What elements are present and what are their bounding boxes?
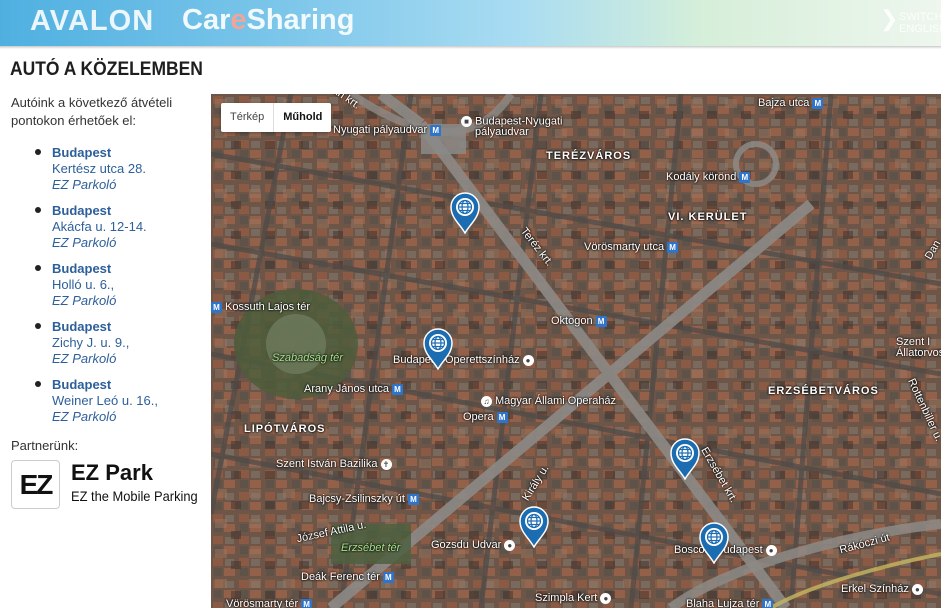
map-label-gozsdu: Gozsdu Udvar ● [431,539,516,551]
ezpark-logo: EZ [11,460,60,509]
metro-icon: M [392,383,403,395]
church-icon: ✝ [380,458,392,470]
metro-icon: M [496,411,508,423]
location-street[interactable]: Weiner Leó u. 16., [52,393,158,408]
map-type-map-button[interactable]: Térkép [221,103,273,132]
map-label-vorosmarty-utca: Vörösmarty utca M [584,241,679,253]
map-label-vi-kerulet: VI. KERÜLET [668,211,748,223]
map-label-deak: Deák Ferenc tér M [301,571,394,583]
train-icon: ■ [461,116,472,127]
caresharing-logo: CareSharing [182,4,355,36]
shopping-icon: ● [504,539,516,551]
map-label-szimpla: Szimpla Kert ● [535,592,612,604]
location-parking[interactable]: EZ Parkoló [52,177,116,192]
location-pin-marker[interactable] [423,328,453,370]
location-item[interactable]: Budapest Holló u. 6., EZ Parkoló [35,261,210,319]
location-item[interactable]: Budapest Akácfa u. 12-14. EZ Parkoló [35,203,210,261]
metro-icon: M [762,598,774,608]
map-label-vorosmarty-ter: Vörösmarty tér M [226,598,313,608]
location-item[interactable]: Budapest Zichy J. u. 9., EZ Parkoló [35,319,210,377]
map-label-lipotvaros: LIPÓTVÁROS [244,423,326,435]
map-label-terezvaros: TERÉZVÁROS [546,150,632,162]
chevron-right-icon: ❯ [880,6,899,31]
ezpark-name: EZ Park [71,460,153,485]
header-divider [0,46,941,49]
metro-icon: M [211,301,222,313]
map-label-operettszinhaz: Budapesti Operettszínház ● [393,354,534,366]
metro-icon: M [739,171,751,183]
location-list: Budapest Kertész utca 28. EZ Parkoló Bud… [35,145,210,435]
switch-language-link[interactable]: ❯ SWITCHENGLISH [880,6,941,40]
metro-icon: M [595,315,607,327]
bar-icon: ● [600,592,612,604]
metro-icon: M [430,124,442,136]
location-parking[interactable]: EZ Parkoló [52,235,116,250]
metro-icon: M [667,241,679,253]
map-label-opera-house: ♫ Magyar Állami Operaház [481,395,616,407]
map-label-bp-nyugati: ■ Budapest-Nyugati pályaudvar [461,116,562,138]
map-label-nyugati: Nyugati pályaudvar M [333,124,442,136]
location-item[interactable]: Budapest Weiner Leó u. 16., EZ Parkoló [35,377,210,435]
map-type-satellite-button[interactable]: Műhold [273,103,331,132]
location-pin-marker[interactable] [450,192,480,234]
location-parking[interactable]: EZ Parkoló [52,351,116,366]
location-parking[interactable]: EZ Parkoló [52,293,116,308]
avalon-logo[interactable]: AVALON [30,5,154,38]
map-label-erzsebet-ter: Erzsébet tér [341,542,401,554]
bullet-icon [35,265,41,271]
map-type-control: Térkép Műhold [221,103,332,132]
location-pin-marker[interactable] [699,522,729,564]
map-label-szabadsag: Szabadság tér [272,352,343,364]
map-label-arany: Arany János utca M [304,383,403,395]
location-street[interactable]: Akácfa u. 12-14. [52,219,147,234]
location-city[interactable]: Budapest [52,145,111,160]
location-city[interactable]: Budapest [52,377,111,392]
map-label-bajcsy: Bajcsy-Zsilinszky út M [309,493,419,505]
location-city[interactable]: Budapest [52,261,111,276]
map-label-kodaly: Kodály körönd M [666,171,751,183]
partner-label: Partnerünk: [11,438,79,453]
map-label-blaha: Blaha Lujza tér M [686,598,774,608]
map-label-szent-allatorvos: Szent I Állatorvos [896,336,941,359]
map-label-kossuth: M Kossuth Lajos tér [211,301,310,313]
satellite-map[interactable]: Térkép Műhold án krt. Bajza utca M Nyugat… [211,94,941,608]
music-icon: ♫ [481,395,492,407]
bullet-icon [35,149,41,155]
location-street[interactable]: Zichy J. u. 9., [52,335,129,350]
location-pin-marker[interactable] [670,438,700,480]
location-city[interactable]: Budapest [52,319,111,334]
bullet-icon [35,323,41,329]
map-label-opera: Opera M [463,411,508,423]
location-item[interactable]: Budapest Kertész utca 28. EZ Parkoló [35,145,210,203]
map-label-oktogon: Oktogon M [551,315,607,327]
bullet-icon [35,207,41,213]
location-street[interactable]: Holló u. 6., [52,277,114,292]
metro-icon: M [407,493,419,505]
location-pin-marker[interactable] [519,506,549,548]
location-parking[interactable]: EZ Parkoló [52,409,116,424]
hotel-icon: ● [765,544,777,556]
metro-icon: M [382,571,394,583]
theater-icon: ● [522,354,534,366]
bullet-icon [35,381,41,387]
metro-icon: M [301,598,313,608]
map-label-bajza: Bajza utca M [758,97,824,109]
intro-text: Autóink a következő átvételi pontokon ér… [11,95,173,128]
ezpark-tagline: EZ the Mobile Parking [71,488,198,504]
theater-icon: ● [911,583,923,595]
header-banner: AVALON CareSharing ❯ SWITCHENGLISH [0,0,941,46]
map-label-bazilika: Szent István Bazilika ✝ [276,458,392,470]
metro-icon: M [812,97,824,109]
ezpark-partner-link[interactable]: EZ EZ Park EZ the Mobile Parking [11,460,201,510]
page-title: AUTÓ A KÖZELEMBEN [10,59,203,80]
location-city[interactable]: Budapest [52,203,111,218]
location-street[interactable]: Kertész utca 28. [52,161,146,176]
map-label-erzsebetvaros: ERZSÉBETVÁROS [768,385,879,397]
map-label-erkel: Erkel Színház ● [841,583,923,595]
